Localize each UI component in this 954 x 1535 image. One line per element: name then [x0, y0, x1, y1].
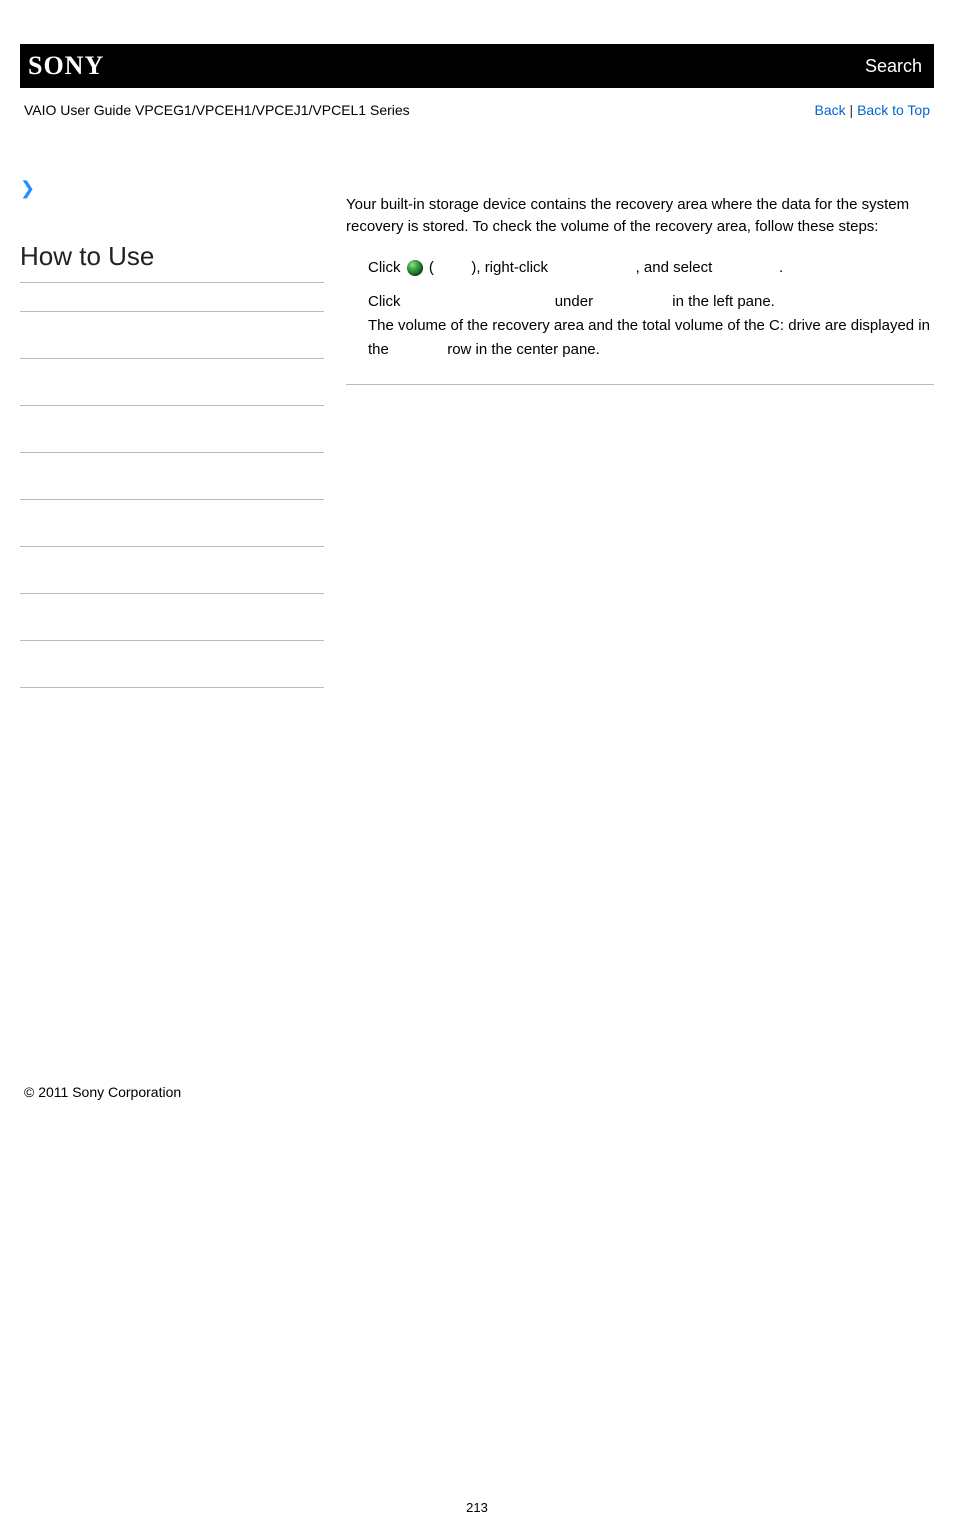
- page-number: 213: [20, 1500, 934, 1535]
- sidebar: ❯ How to Use: [20, 178, 334, 734]
- step1-text-e: .: [779, 259, 783, 276]
- sidebar-divider: [20, 687, 324, 688]
- top-bar: SONY Search: [20, 44, 934, 88]
- sony-logo: SONY: [20, 51, 104, 81]
- sidebar-divider: [20, 640, 324, 641]
- step2-text-b: under: [551, 293, 598, 310]
- sidebar-divider: [20, 499, 324, 500]
- step-1: Click ( ), right-click , and select .: [368, 256, 934, 280]
- step2-text-c: in the left pane.: [668, 293, 775, 310]
- guide-title: VAIO User Guide VPCEG1/VPCEH1/VPCEJ1/VPC…: [24, 102, 410, 118]
- back-link[interactable]: Back: [815, 102, 846, 118]
- separator: |: [846, 102, 857, 118]
- sidebar-divider: [20, 546, 324, 547]
- content-divider: [346, 384, 934, 385]
- back-to-top-link[interactable]: Back to Top: [857, 102, 930, 118]
- nav-links: Back | Back to Top: [815, 102, 930, 118]
- step2-line2-b: row in the center pane.: [443, 341, 600, 358]
- sidebar-divider: [20, 405, 324, 406]
- search-link[interactable]: Search: [865, 56, 934, 77]
- step1-text-c: ), right-click: [471, 259, 552, 276]
- chevron-right-icon[interactable]: ❯: [20, 178, 35, 199]
- sidebar-divider: [20, 358, 324, 359]
- sidebar-heading: How to Use: [20, 241, 324, 283]
- sidebar-divider: [20, 593, 324, 594]
- windows-start-orb-icon: [407, 260, 423, 276]
- copyright: © 2011 Sony Corporation: [20, 1084, 934, 1100]
- intro-text: Your built-in storage device contains th…: [346, 194, 934, 238]
- main-content: Your built-in storage device contains th…: [334, 178, 934, 734]
- step1-text-b: (: [425, 259, 434, 276]
- step-2: Click under in the left pane. The volume…: [368, 290, 934, 362]
- step1-text-a: Click: [368, 259, 405, 276]
- sidebar-divider: [20, 311, 324, 312]
- sidebar-divider: [20, 452, 324, 453]
- step1-text-d: , and select: [636, 259, 717, 276]
- sub-header: VAIO User Guide VPCEG1/VPCEH1/VPCEJ1/VPC…: [20, 88, 934, 118]
- step2-text-a: Click: [368, 293, 405, 310]
